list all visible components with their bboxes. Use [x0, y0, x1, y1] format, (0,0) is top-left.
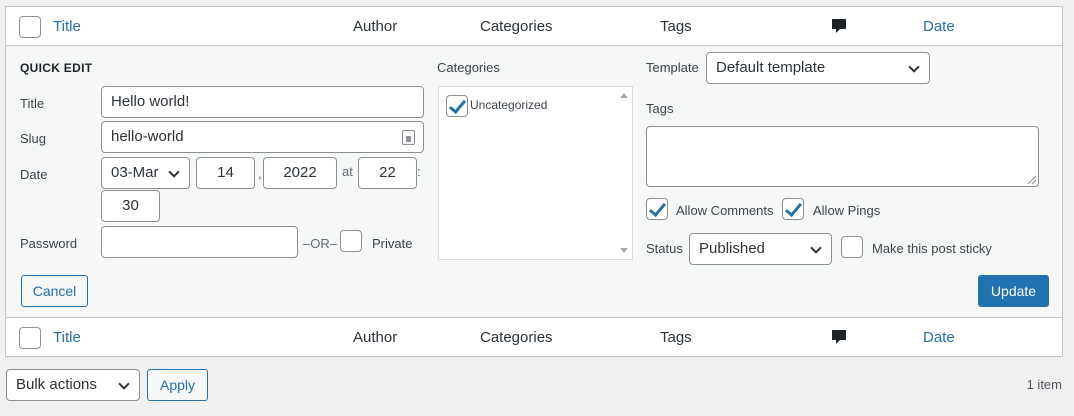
- tags-label: Tags: [646, 101, 674, 116]
- allow-pings-checkbox[interactable]: [782, 198, 804, 220]
- allow-comments-label: Allow Comments: [676, 203, 774, 218]
- slug-label: Slug: [20, 131, 47, 146]
- table-footer-row: Title Author Categories Tags Date: [6, 317, 1062, 356]
- resize-handle-icon[interactable]: [1028, 176, 1036, 184]
- slug-value: hello-world: [111, 128, 184, 145]
- date-at: at: [342, 164, 353, 179]
- table-header-row: Title Author Categories Tags Date: [6, 7, 1062, 46]
- password-input[interactable]: [101, 226, 298, 258]
- chevron-down-icon: [908, 61, 920, 73]
- column-title-footer[interactable]: Title: [53, 329, 81, 346]
- date-label: Date: [20, 167, 48, 182]
- time-colon: :: [417, 164, 421, 179]
- comment-bubble-icon[interactable]: [831, 18, 847, 35]
- category-label-uncategorized: Uncategorized: [470, 98, 548, 112]
- category-checkbox-uncategorized[interactable]: [446, 95, 468, 117]
- quick-edit-panel: QUICK EDIT Title Hello world! Slug hello…: [6, 46, 1062, 317]
- update-button[interactable]: Update: [978, 275, 1049, 307]
- comment-bubble-icon[interactable]: [831, 329, 847, 346]
- bulk-actions-value: Bulk actions: [16, 376, 97, 393]
- chevron-down-icon: [168, 166, 180, 178]
- day-input[interactable]: 14: [196, 157, 255, 189]
- column-date-footer[interactable]: Date: [923, 329, 955, 346]
- column-title[interactable]: Title: [53, 18, 81, 35]
- month-value: 03-Mar: [111, 164, 159, 181]
- allow-pings-label: Allow Pings: [813, 203, 881, 218]
- categories-list[interactable]: Uncategorized: [438, 86, 633, 260]
- private-label: Private: [372, 236, 413, 251]
- column-tags: Tags: [660, 18, 692, 35]
- template-value: Default template: [716, 59, 826, 76]
- scroll-down-icon[interactable]: [620, 248, 628, 253]
- tags-textarea[interactable]: [646, 126, 1039, 187]
- column-author: Author: [353, 18, 398, 35]
- column-author-footer: Author: [353, 329, 398, 346]
- cancel-button[interactable]: Cancel: [21, 275, 88, 307]
- status-select[interactable]: Published: [689, 233, 832, 265]
- slug-input[interactable]: hello-world: [101, 121, 424, 153]
- minute-input[interactable]: 30: [101, 190, 160, 222]
- password-label: Password: [20, 236, 78, 251]
- status-value: Published: [699, 240, 765, 257]
- select-all-checkbox-footer[interactable]: [19, 327, 41, 349]
- template-select[interactable]: Default template: [706, 52, 930, 84]
- chevron-down-icon: [810, 242, 822, 254]
- column-categories: Categories: [480, 18, 553, 35]
- scroll-up-icon[interactable]: [620, 93, 628, 98]
- column-categories-footer: Categories: [480, 329, 553, 346]
- year-input[interactable]: 2022: [263, 157, 337, 189]
- column-date[interactable]: Date: [923, 18, 955, 35]
- select-all-checkbox[interactable]: [19, 16, 41, 38]
- hour-input[interactable]: 22: [358, 157, 417, 189]
- month-select[interactable]: 03-Mar: [101, 157, 190, 189]
- bulk-actions-select[interactable]: Bulk actions: [6, 369, 140, 401]
- item-count: 1 item: [1026, 377, 1062, 392]
- title-label: Title: [20, 96, 45, 111]
- categories-label: Categories: [437, 60, 500, 75]
- chevron-down-icon: [118, 378, 130, 390]
- lock-icon: [402, 130, 415, 145]
- sticky-label: Make this post sticky: [872, 241, 992, 256]
- template-label: Template: [646, 60, 699, 75]
- private-checkbox[interactable]: [340, 230, 362, 252]
- date-comma: ,: [258, 166, 262, 181]
- posts-table: Title Author Categories Tags Date QUICK …: [5, 6, 1063, 357]
- title-input[interactable]: Hello world!: [101, 86, 424, 118]
- sticky-checkbox[interactable]: [841, 236, 863, 258]
- apply-button[interactable]: Apply: [147, 369, 208, 401]
- column-tags-footer: Tags: [660, 329, 692, 346]
- status-label: Status: [646, 241, 683, 256]
- allow-comments-checkbox[interactable]: [646, 198, 668, 220]
- or-separator: –OR–: [303, 236, 337, 251]
- quick-edit-heading: QUICK EDIT: [20, 61, 93, 75]
